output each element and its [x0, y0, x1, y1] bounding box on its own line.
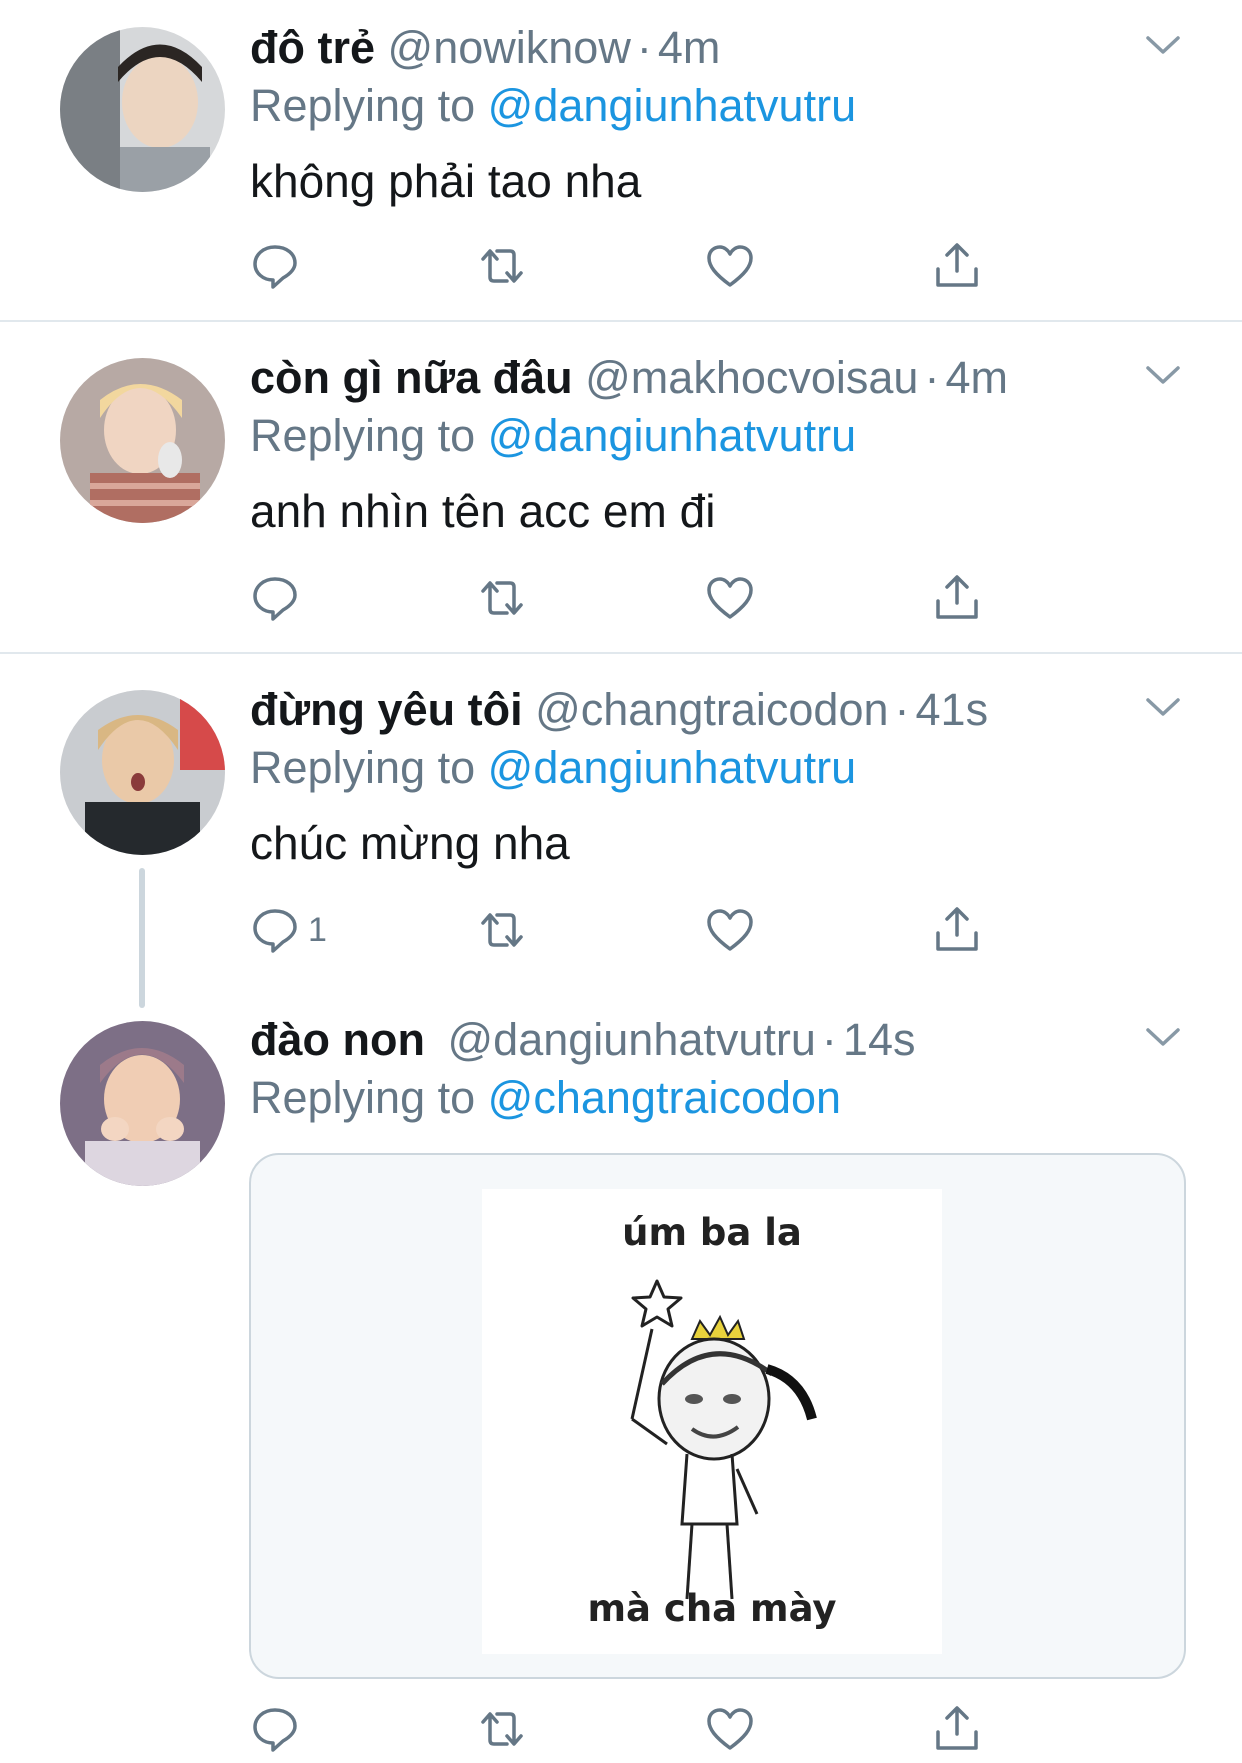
user-handle[interactable]: @dangiunhatvutru [447, 1014, 815, 1065]
share-button[interactable] [932, 1699, 982, 1759]
timestamp[interactable]: 14s [843, 1014, 916, 1065]
retweet-icon [481, 249, 523, 283]
user-handle[interactable]: @makhocvoisau [585, 352, 918, 403]
mention-link[interactable]: @dangiunhatvutru [488, 742, 856, 793]
like-button[interactable] [705, 900, 755, 960]
tweet-actions [250, 236, 1010, 296]
replying-label: Replying to [250, 1072, 476, 1123]
stick-figure-drawing [630, 1279, 817, 1600]
tweet-1[interactable]: đô trẻ @nowiknow · 4m Replying to @dangiun… [0, 0, 1242, 320]
avatar[interactable] [60, 1021, 225, 1186]
like-icon [707, 577, 753, 619]
tweet-text: anh nhìn tên acc em đi [250, 485, 716, 537]
tweet-text: chúc mừng nha [250, 817, 570, 869]
share-button[interactable] [932, 900, 982, 960]
tweet-actions: 1 [250, 900, 1010, 960]
reply-count: 1 [308, 910, 327, 949]
separator-dot: · [924, 352, 940, 403]
separator-dot: · [821, 1014, 837, 1065]
timestamp[interactable]: 4m [658, 22, 721, 73]
reply-icon [253, 1708, 297, 1752]
tweet-actions [250, 1699, 1010, 1759]
chevron-down-icon[interactable] [1140, 352, 1186, 398]
like-icon [707, 245, 753, 287]
retweet-icon [481, 1712, 523, 1746]
replying-label: Replying to [250, 742, 476, 793]
chevron-down-icon[interactable] [1140, 22, 1186, 68]
display-name[interactable]: đô trẻ [250, 22, 375, 73]
reply-icon [253, 577, 297, 621]
share-icon [936, 907, 978, 951]
like-button[interactable] [705, 236, 755, 296]
mention-link[interactable]: @dangiunhatvutru [488, 80, 856, 131]
separator-dot: · [894, 684, 910, 735]
user-handle[interactable]: @nowiknow [388, 22, 631, 73]
tweet-actions [250, 568, 1010, 628]
user-handle[interactable]: @changtraicodon [535, 684, 888, 735]
reply-button[interactable]: 1 [250, 900, 327, 960]
mention-link[interactable]: @changtraicodon [488, 1072, 841, 1123]
separator-dot: · [636, 22, 652, 73]
retweet-button[interactable] [477, 900, 527, 960]
display-name[interactable]: còn gì nữa đâu [250, 352, 573, 403]
tweet-text: không phải tao nha [250, 155, 642, 207]
like-icon [707, 909, 753, 951]
reply-button[interactable] [250, 1699, 308, 1759]
display-name[interactable]: đào non [250, 1014, 425, 1065]
reply-button[interactable] [250, 568, 308, 628]
reply-button[interactable] [250, 236, 308, 296]
like-button[interactable] [705, 568, 755, 628]
timestamp[interactable]: 4m [945, 352, 1008, 403]
share-icon [936, 1706, 978, 1750]
reply-icon [253, 245, 297, 289]
tweet-header: đào non @dangiunhatvutru · 14s [250, 1014, 915, 1066]
replying-to: Replying to @dangiunhatvutru [250, 742, 856, 794]
reply-icon [253, 909, 297, 953]
chevron-down-icon[interactable] [1140, 684, 1186, 730]
replying-label: Replying to [250, 80, 476, 131]
like-button[interactable] [705, 1699, 755, 1759]
replying-to: Replying to @changtraicodon [250, 1072, 841, 1124]
share-button[interactable] [932, 236, 982, 296]
timestamp[interactable]: 41s [916, 684, 989, 735]
tweet-header: đừng yêu tôi @changtraicodon · 41s [250, 684, 988, 736]
media-attachment[interactable]: úm ba la mà cha mày [249, 1153, 1186, 1679]
mention-link[interactable]: @dangiunhatvutru [488, 410, 856, 461]
avatar[interactable] [60, 690, 225, 855]
replying-to: Replying to @dangiunhatvutru [250, 410, 856, 462]
meme-bottom-text: mà cha mày [587, 1587, 837, 1630]
tweet-header: đô trẻ @nowiknow · 4m [250, 22, 720, 74]
like-icon [707, 1708, 753, 1750]
tweet-3[interactable]: đừng yêu tôi @changtraicodon · 41s Replyin… [0, 654, 1242, 984]
retweet-icon [481, 913, 523, 947]
display-name[interactable]: đừng yêu tôi [250, 684, 523, 735]
replying-to: Replying to @dangiunhatvutru [250, 80, 856, 132]
tweet-2[interactable]: còn gì nữa đâu @makhocvoisau · 4m Replying… [0, 322, 1242, 652]
retweet-button[interactable] [477, 1699, 527, 1759]
meme-image: úm ba la mà cha mày [482, 1189, 942, 1654]
tweet-header: còn gì nữa đâu @makhocvoisau · 4m [250, 352, 1008, 404]
retweet-icon [481, 581, 523, 615]
share-icon [936, 575, 978, 619]
retweet-button[interactable] [477, 236, 527, 296]
avatar[interactable] [60, 27, 225, 192]
chevron-down-icon[interactable] [1140, 1014, 1186, 1060]
replying-label: Replying to [250, 410, 476, 461]
share-button[interactable] [932, 568, 982, 628]
retweet-button[interactable] [477, 568, 527, 628]
share-icon [936, 243, 978, 287]
avatar[interactable] [60, 358, 225, 523]
